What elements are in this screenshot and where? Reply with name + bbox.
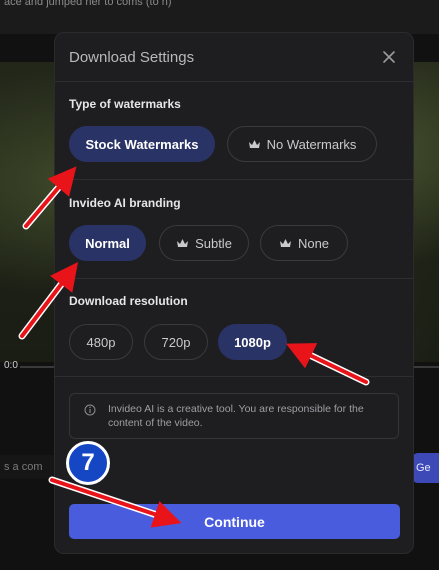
section-branding: Invideo AI branding Normal Subtle None <box>55 180 413 279</box>
modal-title: Download Settings <box>69 49 195 66</box>
background-top-bar: ace and jumped her to coms (to n) <box>0 0 439 34</box>
branding-normal-option[interactable]: Normal <box>69 225 146 261</box>
background-time: 0:0 <box>4 360 18 371</box>
branding-none-label: None <box>297 235 330 251</box>
stock-watermarks-label: Stock Watermarks <box>85 136 199 152</box>
branding-none-option[interactable]: None <box>260 225 348 261</box>
crown-icon <box>177 238 189 247</box>
continue-label: Continue <box>204 513 265 530</box>
resolution-480p-option[interactable]: 480p <box>69 324 133 360</box>
background-generate-button: Ge <box>412 453 439 483</box>
branding-subtle-option[interactable]: Subtle <box>159 225 249 261</box>
no-watermarks-option[interactable]: No Watermarks <box>227 126 377 162</box>
branding-normal-label: Normal <box>85 235 130 251</box>
resolution-720p-option[interactable]: 720p <box>144 324 208 360</box>
branding-label: Invideo AI branding <box>69 196 181 210</box>
background-top-text: ace and jumped her to coms (to n) <box>4 0 172 8</box>
info-text: Invideo AI is a creative tool. You are r… <box>108 403 364 429</box>
section-watermarks: Type of watermarks Stock Watermarks No W… <box>55 82 413 180</box>
resolution-1080p-option[interactable]: 1080p <box>218 324 287 360</box>
crown-icon <box>279 238 291 247</box>
watermarks-label: Type of watermarks <box>69 97 181 111</box>
info-icon <box>84 404 96 416</box>
no-watermarks-label: No Watermarks <box>266 136 357 152</box>
close-icon <box>383 51 395 63</box>
section-resolution: Download resolution 480p 720p 1080p <box>55 279 413 377</box>
close-button[interactable] <box>379 47 399 67</box>
info-notice: Invideo AI is a creative tool. You are r… <box>69 393 399 439</box>
continue-button[interactable]: Continue <box>69 504 400 539</box>
resolution-1080p-label: 1080p <box>234 334 271 350</box>
resolution-720p-label: 720p <box>161 334 191 350</box>
branding-subtle-label: Subtle <box>195 235 232 251</box>
resolution-480p-label: 480p <box>86 334 116 350</box>
step-number-badge: 7 <box>66 441 110 485</box>
download-settings-modal: Download Settings Type of watermarks Sto… <box>54 32 414 554</box>
resolution-label: Download resolution <box>69 294 188 308</box>
stock-watermarks-option[interactable]: Stock Watermarks <box>69 126 215 162</box>
crown-icon <box>248 139 260 148</box>
modal-header: Download Settings <box>55 33 413 82</box>
background-comment-text: s a com <box>4 461 43 473</box>
